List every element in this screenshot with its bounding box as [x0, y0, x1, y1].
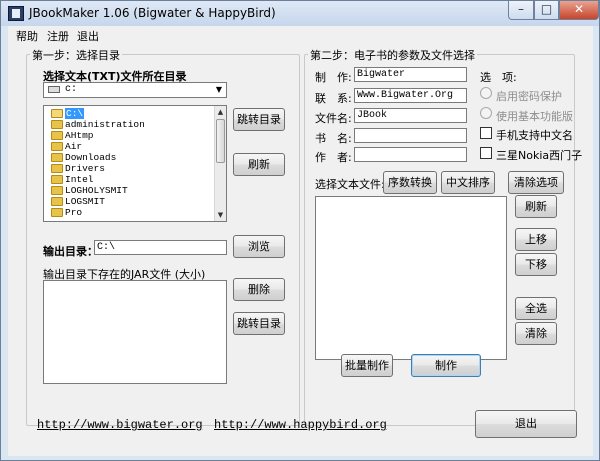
scroll-thumb[interactable] — [216, 119, 225, 163]
password-option-label: 启用密码保护 — [496, 90, 562, 103]
order-convert-button[interactable]: 序数转换 — [383, 171, 437, 194]
move-down-button[interactable]: 下移 — [515, 253, 557, 276]
text-file-list[interactable] — [315, 196, 507, 360]
folder-icon — [51, 142, 63, 151]
folder-item-root[interactable]: C:\ — [44, 108, 213, 119]
menu-help[interactable]: 帮助 — [16, 28, 38, 44]
folder-icon — [51, 175, 63, 184]
folder-icon — [51, 153, 63, 162]
contact-label: 联 系: — [315, 92, 352, 105]
folder-icon — [51, 186, 63, 195]
maximize-button[interactable]: □ — [534, 1, 559, 20]
select-all-button[interactable]: 全选 — [515, 297, 557, 320]
writer-label: 作 者: — [315, 151, 352, 164]
title-bar[interactable]: JBookMaker 1.06 (Bigwater & HappyBird) –… — [1, 1, 599, 26]
select-files-label: 选择文本文件: — [315, 178, 385, 191]
output-dir-field[interactable]: C:\ — [94, 240, 227, 255]
exit-button[interactable]: 退出 — [475, 410, 577, 438]
open-folder-icon — [51, 109, 63, 118]
folder-item[interactable]: Downloads — [44, 152, 213, 163]
folder-icon — [51, 164, 63, 173]
jar-file-list[interactable] — [43, 280, 227, 384]
folder-list[interactable]: C:\ administration AHtmp Air Downloads D… — [43, 105, 227, 222]
client-area: 帮助 注册 退出 第一步：选择目录 选择文本(TXT)文件所在目录 c: ▼ C… — [8, 26, 593, 456]
filename-field[interactable]: JBook — [354, 108, 467, 123]
folder-item[interactable]: LOGSMIT — [44, 196, 213, 207]
basic-radio[interactable] — [480, 107, 492, 119]
chinese-sort-button[interactable]: 中文排序 — [441, 171, 495, 194]
folder-item[interactable]: Pro — [44, 207, 213, 218]
menu-register[interactable]: 注册 — [47, 28, 69, 44]
window-title: JBookMaker 1.06 (Bigwater & HappyBird) — [29, 6, 276, 20]
chinese-name-label: 手机支持中文名 — [496, 129, 573, 142]
filename-label: 文件名: — [315, 112, 352, 125]
folder-item[interactable]: administration — [44, 119, 213, 130]
scroll-up-icon[interactable]: ▲ — [215, 106, 226, 118]
move-up-button[interactable]: 上移 — [515, 228, 557, 251]
maker-field[interactable]: Bigwater — [354, 67, 467, 82]
chevron-down-icon[interactable]: ▼ — [212, 83, 226, 97]
drive-icon — [48, 86, 60, 93]
step1-title: 第一步：选择目录 — [30, 47, 122, 63]
basic-option-label: 使用基本功能版 — [496, 110, 573, 123]
folder-item[interactable]: Intel — [44, 174, 213, 185]
contact-field[interactable]: Www.Bigwater.Org — [354, 88, 467, 103]
book-icon — [8, 6, 24, 21]
clear-selection-button[interactable]: 清除选项 — [508, 171, 564, 194]
bookname-label: 书 名: — [315, 132, 352, 145]
bigwater-link[interactable]: http://www.bigwater.org — [37, 418, 203, 432]
jump-dir-button[interactable]: 跳转目录 — [233, 108, 285, 131]
drive-select[interactable]: c: ▼ — [43, 82, 227, 98]
folder-list-scrollbar[interactable]: ▲ ▼ — [214, 106, 226, 221]
drive-value: c: — [65, 84, 78, 95]
step2-title: 第二步：电子书的参数及文件选择 — [308, 47, 477, 63]
chinese-name-checkbox[interactable] — [480, 127, 492, 139]
writer-field[interactable] — [354, 147, 467, 162]
folder-icon — [51, 120, 63, 129]
password-radio[interactable] — [480, 87, 492, 99]
make-button[interactable]: 制作 — [411, 354, 481, 377]
close-button[interactable]: ✕ — [559, 1, 599, 20]
happybird-link[interactable]: http://www.happybird.org — [214, 418, 387, 432]
delete-jar-button[interactable]: 删除 — [233, 278, 285, 301]
app-window: JBookMaker 1.06 (Bigwater & HappyBird) –… — [0, 0, 600, 461]
refresh-files-button[interactable]: 刷新 — [515, 195, 557, 218]
minimize-button[interactable]: – — [508, 1, 534, 20]
nokia-label: 三星Nokia西门子 — [496, 149, 583, 162]
menu-bar: 帮助 注册 退出 — [8, 26, 593, 44]
clear-files-button[interactable]: 清除 — [515, 322, 557, 345]
browse-button[interactable]: 浏览 — [233, 235, 285, 258]
folder-icon — [51, 208, 63, 217]
folder-item[interactable]: AHtmp — [44, 130, 213, 141]
folder-icon — [51, 131, 63, 140]
maker-label: 制 作: — [315, 71, 352, 84]
batch-make-button[interactable]: 批量制作 — [341, 354, 393, 377]
folder-items: C:\ administration AHtmp Air Downloads D… — [44, 108, 213, 218]
folder-item[interactable]: Drivers — [44, 163, 213, 174]
refresh-dirs-button[interactable]: 刷新 — [233, 153, 285, 176]
folder-item[interactable]: LOGHOLYSMIT — [44, 185, 213, 196]
bookname-field[interactable] — [354, 128, 467, 143]
nokia-checkbox[interactable] — [480, 147, 492, 159]
options-label: 选 项: — [480, 71, 517, 84]
menu-exit[interactable]: 退出 — [77, 28, 99, 44]
folder-icon — [51, 197, 63, 206]
output-dir-label: 输出目录： — [43, 245, 98, 258]
folder-item[interactable]: Air — [44, 141, 213, 152]
jump-output-dir-button[interactable]: 跳转目录 — [233, 312, 285, 335]
scroll-down-icon[interactable]: ▼ — [215, 209, 226, 221]
